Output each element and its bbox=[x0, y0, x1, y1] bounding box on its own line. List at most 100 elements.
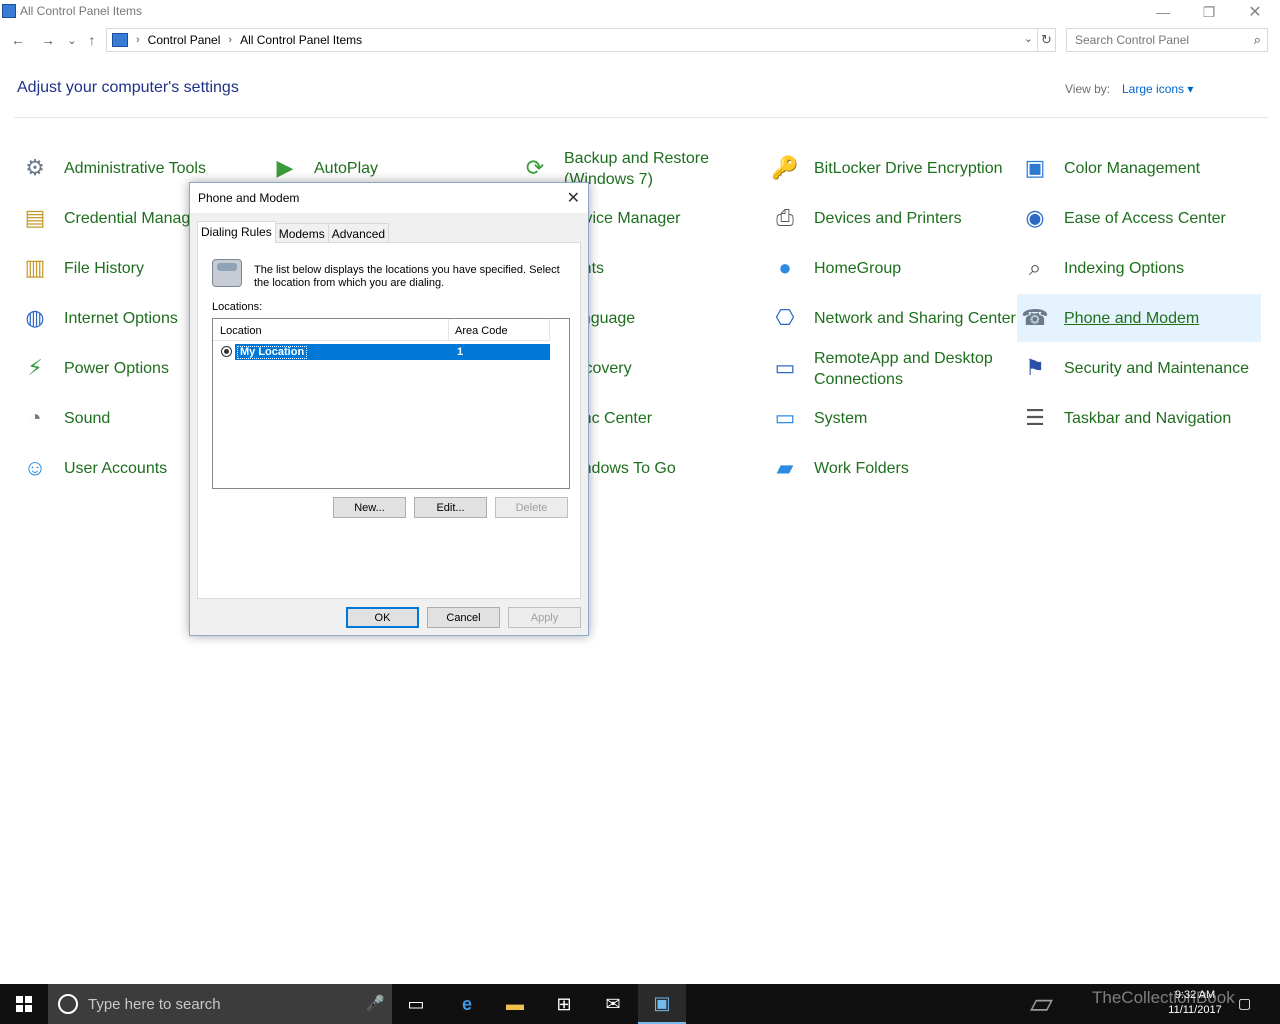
table-row[interactable]: My Location 1 bbox=[219, 344, 550, 360]
address-dropdown-icon[interactable]: ⌄ bbox=[1024, 32, 1033, 45]
divider bbox=[14, 117, 1268, 118]
work-folders-icon: ▰ bbox=[776, 455, 794, 480]
item-label: Credential Manager bbox=[64, 210, 205, 227]
new-location-button[interactable]: New... bbox=[333, 497, 406, 518]
column-header-location[interactable]: Location bbox=[220, 325, 262, 337]
system-icon: ▭ bbox=[774, 405, 796, 430]
locations-label: Locations: bbox=[212, 301, 263, 313]
minimize-button[interactable]: — bbox=[1140, 0, 1186, 24]
breadcrumb-all-items[interactable]: All Control Panel Items bbox=[240, 33, 362, 47]
view-by-dropdown[interactable]: Large icons ▾ bbox=[1122, 82, 1193, 96]
item-label: HomeGroup bbox=[814, 260, 902, 277]
item-ease-of-access-center[interactable]: ◉ Ease of Access Center bbox=[1017, 194, 1261, 242]
apply-button[interactable]: Apply bbox=[508, 607, 581, 628]
maximize-button[interactable]: ❐ bbox=[1186, 0, 1232, 24]
item-label: Internet Options bbox=[64, 310, 178, 327]
item-bitlocker-drive-encryption[interactable]: 🔑 BitLocker Drive Encryption bbox=[767, 144, 1011, 192]
user-accounts-icon: ☺ bbox=[23, 455, 47, 480]
clock-date: 11/11/2017 bbox=[1168, 1004, 1222, 1016]
item-taskbar-and-navigation[interactable]: ☰ Taskbar and Navigation bbox=[1017, 394, 1261, 442]
item-phone-and-modem[interactable]: ☎ Phone and Modem bbox=[1017, 294, 1261, 342]
taskbar-search-box[interactable]: Type here to search 🎤 bbox=[48, 984, 392, 1024]
item-indexing-options[interactable]: ⌕ Indexing Options bbox=[1017, 244, 1261, 292]
tab-advanced[interactable]: Advanced bbox=[327, 223, 390, 243]
item-label: Ease of Access Center bbox=[1064, 210, 1226, 227]
close-button[interactable]: ✕ bbox=[1232, 0, 1278, 24]
item-label: Power Options bbox=[64, 360, 169, 377]
column-header-area-code[interactable]: Area Code bbox=[455, 325, 508, 337]
backup-restore-icon: ⟳ bbox=[525, 155, 545, 180]
item-label: Phone and Modem bbox=[1064, 310, 1200, 327]
phone-icon bbox=[212, 259, 242, 287]
devices-printers-icon: ⎙ bbox=[776, 205, 794, 230]
microphone-icon[interactable]: 🎤 bbox=[366, 994, 385, 1012]
delete-location-button[interactable]: Delete bbox=[495, 497, 568, 518]
item-devices-and-printers[interactable]: ⎙ Devices and Printers bbox=[767, 194, 1011, 242]
clock-time: 9:32 AM bbox=[1174, 989, 1216, 1001]
item-label: Sound bbox=[64, 410, 111, 427]
cortana-icon[interactable] bbox=[58, 994, 78, 1014]
autoplay-icon: ▶ bbox=[276, 155, 294, 180]
control-panel-icon bbox=[112, 33, 128, 47]
control-panel-taskbar-icon[interactable]: ▣ bbox=[638, 984, 686, 1024]
remoteapp-icon: ▭ bbox=[774, 355, 796, 380]
breadcrumb-separator[interactable]: › bbox=[228, 34, 232, 46]
breadcrumb-control-panel[interactable]: Control Panel bbox=[148, 33, 221, 47]
locations-list[interactable]: Location Area Code My Location 1 bbox=[212, 318, 570, 489]
item-label: User Accounts bbox=[64, 460, 168, 477]
file-history-icon: ▥ bbox=[24, 255, 46, 280]
start-button[interactable] bbox=[0, 984, 48, 1024]
selected-row-highlight[interactable]: My Location 1 bbox=[235, 344, 550, 360]
back-icon[interactable]: ← bbox=[8, 30, 28, 50]
edit-location-button[interactable]: Edit... bbox=[414, 497, 487, 518]
phone-modem-icon: ☎ bbox=[1021, 305, 1049, 330]
watermark-book-icon: ▱ bbox=[1030, 987, 1054, 1020]
taskbar-clock[interactable]: 9:32 AM 11/11/2017 bbox=[1162, 988, 1228, 1018]
store-icon[interactable]: ⊞ bbox=[540, 984, 588, 1024]
item-label: Devices and Printers bbox=[814, 210, 962, 227]
forward-icon[interactable]: → bbox=[38, 30, 58, 50]
item-remoteapp-and-desktop-connections[interactable]: ▭ RemoteApp and Desktop Connections bbox=[767, 344, 1011, 392]
item-color-management[interactable]: ▣ Color Management bbox=[1017, 144, 1261, 192]
item-label: Work Folders bbox=[814, 460, 909, 477]
action-center-icon[interactable]: ▢ bbox=[1238, 995, 1251, 1012]
ease-of-access-icon: ◉ bbox=[1025, 205, 1045, 230]
windows-logo-icon bbox=[16, 996, 32, 1012]
task-view-icon[interactable]: ▭ bbox=[392, 984, 440, 1024]
item-label: Color Management bbox=[1064, 160, 1201, 177]
item-label: File History bbox=[64, 260, 145, 277]
view-by-label: View by: bbox=[1065, 82, 1111, 96]
file-explorer-icon[interactable]: ▬ bbox=[491, 984, 539, 1024]
mail-icon[interactable]: ✉ bbox=[589, 984, 637, 1024]
security-maintenance-icon: ⚑ bbox=[1025, 355, 1045, 380]
window-titlebar: All Control Panel Items — ❐ ✕ bbox=[0, 0, 1280, 24]
search-icon[interactable]: ⌕ bbox=[1254, 32, 1261, 48]
refresh-icon[interactable]: ↻ bbox=[1038, 28, 1056, 52]
item-network-and-sharing-center[interactable]: ⎔ Network and Sharing Center bbox=[767, 294, 1016, 342]
item-security-and-maintenance[interactable]: ⚑ Security and Maintenance bbox=[1017, 344, 1261, 392]
dialog-titlebar: Phone and Modem ✕ bbox=[190, 183, 588, 213]
item-label: System bbox=[814, 410, 868, 427]
search-input[interactable]: Search Control Panel ⌕ bbox=[1066, 28, 1268, 52]
taskbar: Type here to search 🎤 ▭ e ▬ ⊞ ✉ ▣ ▱ TheC… bbox=[0, 984, 1280, 1024]
dialog-close-icon[interactable]: ✕ bbox=[567, 188, 580, 208]
tab-dialing-rules[interactable]: Dialing Rules bbox=[197, 221, 276, 243]
ok-button[interactable]: OK bbox=[346, 607, 419, 628]
breadcrumb-separator[interactable]: › bbox=[136, 34, 140, 46]
item-homegroup[interactable]: ● HomeGroup bbox=[767, 244, 1011, 292]
item-system[interactable]: ▭ System bbox=[767, 394, 1011, 442]
recent-locations-icon[interactable]: ⌄ bbox=[62, 30, 82, 50]
cancel-button[interactable]: Cancel bbox=[427, 607, 500, 628]
edge-browser-icon[interactable]: e bbox=[443, 984, 491, 1024]
item-work-folders[interactable]: ▰ Work Folders bbox=[767, 444, 1011, 492]
homegroup-icon: ● bbox=[778, 255, 792, 280]
location-name: My Location bbox=[237, 346, 308, 359]
bitlocker-icon: 🔑 bbox=[771, 155, 799, 180]
item-label: Administrative Tools bbox=[64, 160, 206, 177]
address-bar[interactable]: › Control Panel › All Control Panel Item… bbox=[106, 28, 1038, 52]
up-icon[interactable]: ↑ bbox=[82, 30, 102, 50]
control-panel-app-icon bbox=[2, 4, 16, 18]
navigation-bar: ← → ⌄ ↑ › Control Panel › All Control Pa… bbox=[0, 26, 1280, 54]
tab-modems[interactable]: Modems bbox=[274, 223, 329, 243]
administrative-tools-icon: ⚙ bbox=[25, 155, 45, 180]
